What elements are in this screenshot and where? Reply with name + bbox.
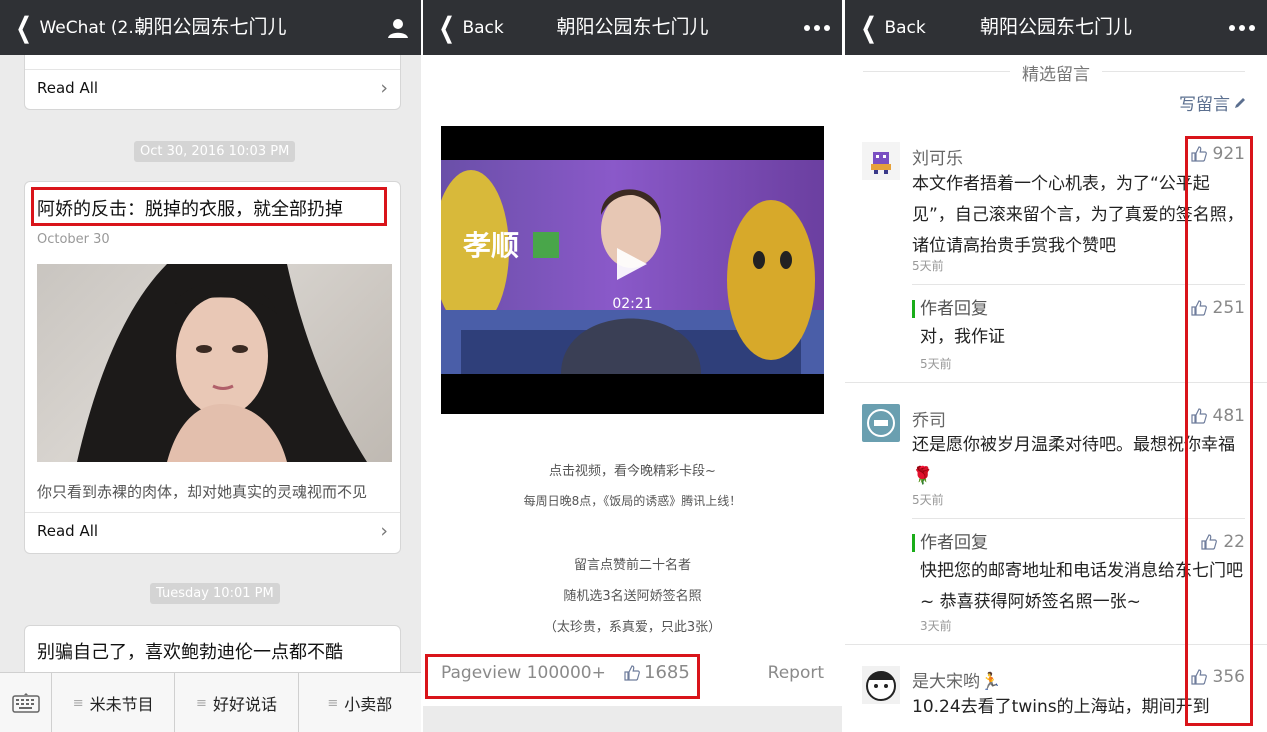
more-button[interactable]: [804, 0, 830, 55]
stamp-avatar-icon: [867, 409, 895, 437]
write-comment-button[interactable]: 写留言: [1179, 90, 1247, 115]
reply-time: 3天前: [920, 619, 952, 633]
article-cover-image[interactable]: [37, 264, 392, 462]
commenter-name[interactable]: 乔司: [912, 406, 946, 431]
video-player[interactable]: 孝顺 02:21: [441, 126, 824, 414]
back-label: WeChat (2...: [39, 17, 145, 38]
article-title[interactable]: 别骗自己了，喜欢鲍勃迪伦一点都不酷: [37, 638, 343, 664]
menu-lines-icon: ≡: [196, 695, 207, 711]
menu-item-1[interactable]: ≡ 米未节目: [52, 673, 176, 732]
menu-item-2[interactable]: ≡ 好好说话: [175, 673, 299, 732]
caption-line: 每周日晚8点，《饭局的诱惑》腾讯上线！: [523, 494, 742, 508]
avatar[interactable]: [862, 404, 900, 442]
video-frame: 孝顺 02:21: [441, 160, 824, 374]
panel-article-video: ❮ Back 朝阳公园东七门儿 孝顺 02:21 点击视频，看今晚精彩卡段~ 每…: [423, 0, 842, 732]
chevron-right-icon: ›: [380, 77, 388, 99]
timestamp-badge: Oct 30, 2016 10:03 PM: [134, 141, 296, 162]
highlight-box-title: [31, 187, 387, 226]
back-button[interactable]: ❮ Back: [857, 0, 926, 55]
more-button[interactable]: [1229, 0, 1255, 55]
back-button[interactable]: ❮ Back: [435, 0, 504, 55]
read-all-link[interactable]: Read All ›: [37, 520, 388, 542]
commenter-name[interactable]: 刘可乐: [912, 144, 963, 169]
comment-time: 5天前: [912, 493, 944, 507]
menu-label: 小卖部: [344, 695, 393, 714]
nav-bar: ❮ WeChat (2... 朝阳公园东七门儿: [0, 0, 421, 55]
profile-button[interactable]: [387, 0, 409, 55]
read-all-label: Read All: [37, 522, 99, 540]
back-label: Back: [462, 17, 504, 38]
pencil-icon: [1235, 97, 1245, 108]
pixel-avatar-icon: [871, 152, 891, 174]
bottom-menu-bar: ≡ 米未节目 ≡ 好好说话 ≡ 小卖部: [0, 672, 421, 732]
author-reply-label: 作者回复: [912, 534, 988, 552]
read-all-link[interactable]: Read All ›: [37, 77, 388, 99]
cartoon-avatar-icon: [866, 671, 896, 701]
article-summary: 你只看到赤裸的肉体，却对她真实的灵魂视而不见: [37, 483, 368, 501]
section-header: 精选留言: [845, 60, 1267, 85]
promo-line: 随机选3名送阿娇签名照: [563, 589, 702, 604]
nav-bar: ❮ Back 朝阳公园东七门儿: [423, 0, 842, 55]
comment-time: 5天前: [912, 259, 944, 273]
promo-line: （太珍贵，系真爱，只此3张）: [543, 620, 722, 635]
svg-text:孝顺: 孝顺: [463, 229, 519, 262]
menu-lines-icon: ≡: [72, 695, 84, 711]
nav-bar: ❮ Back 朝阳公园东七门儿: [845, 0, 1267, 55]
panel-chat-history: ❮ WeChat (2... 朝阳公园东七门儿 Read All › Oct 3…: [0, 0, 421, 732]
read-all-label: Read All: [37, 79, 99, 97]
more-dots-icon: [1229, 24, 1255, 31]
article-card-top[interactable]: Read All ›: [24, 55, 401, 110]
keyboard-toggle[interactable]: [0, 673, 52, 732]
menu-lines-icon: ≡: [327, 695, 339, 711]
menu-item-3[interactable]: ≡ 小卖部: [299, 673, 421, 732]
highlight-box-likes: [1185, 136, 1253, 726]
avatar[interactable]: [862, 666, 900, 704]
menu-label: 好好说话: [212, 695, 277, 714]
promo-line: 留言点赞前二十名者: [573, 558, 691, 573]
author-reply-label: 作者回复: [912, 300, 988, 318]
section-title: 精选留言: [1010, 65, 1102, 85]
video-duration: 02:21: [612, 296, 653, 312]
person-icon: [388, 18, 408, 38]
article-card[interactable]: 阿娇的反击：脱掉的衣服，就全部扔掉 October 30 你只看到赤裸的肉体，却…: [24, 181, 401, 554]
highlight-box-stats: [425, 654, 700, 699]
write-comment-label: 写留言: [1179, 95, 1230, 115]
play-icon[interactable]: [615, 246, 649, 282]
back-button[interactable]: ❮ WeChat (2...: [12, 0, 145, 55]
report-link[interactable]: Report: [768, 663, 824, 683]
chevron-left-icon: ❮: [438, 10, 455, 44]
chevron-left-icon: ❮: [15, 10, 32, 44]
panel-comments: ❮ Back 朝阳公园东七门儿 精选留言 写留言 刘可乐 921 本文作者捂着一…: [845, 0, 1267, 732]
more-dots-icon: [804, 24, 830, 31]
keyboard-icon: [11, 693, 40, 713]
chevron-left-icon: ❮: [860, 10, 877, 44]
caption-line: 点击视频，看今晚精彩卡段~: [549, 464, 716, 479]
menu-label: 米未节目: [89, 695, 154, 714]
reply-time: 5天前: [920, 357, 952, 371]
portrait-illustration: [77, 264, 367, 462]
commenter-name[interactable]: 是大宋哟🏃: [912, 667, 1001, 692]
back-label: Back: [884, 17, 926, 38]
timestamp-badge: Tuesday 10:01 PM: [150, 583, 280, 604]
article-date: October 30: [37, 232, 110, 247]
chevron-right-icon: ›: [380, 520, 388, 542]
footer-gap: [423, 706, 842, 732]
avatar[interactable]: [862, 142, 900, 180]
